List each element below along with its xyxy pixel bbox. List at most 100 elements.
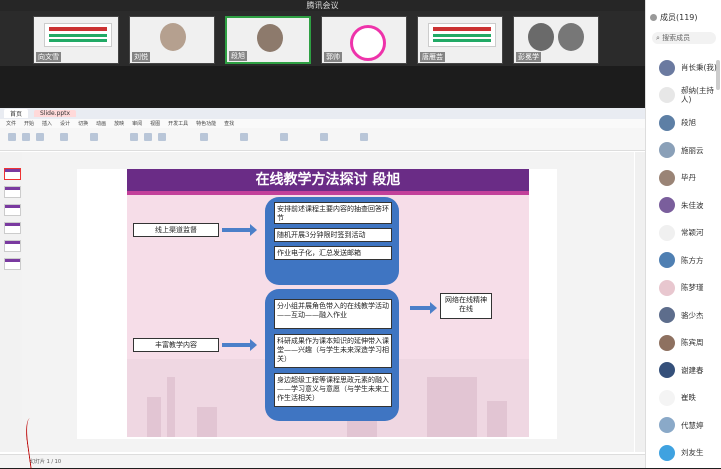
member-name: 谢建春: [681, 365, 704, 375]
find-icon[interactable]: [360, 133, 368, 141]
label-enrich-content: 丰富教学内容: [133, 338, 219, 352]
slide-thumbnail[interactable]: [4, 222, 21, 234]
avatar: [257, 24, 283, 52]
member-item[interactable]: 骆少杰: [646, 302, 721, 330]
member-list: 肖长秉(我) 郝纳(主持人) 段旭施丽云毕丹朱佳波常颖河陈方方陈梦瑾 骆少杰 陈宾周谢建…: [646, 54, 721, 467]
menu-item[interactable]: 查找: [224, 120, 234, 127]
bold-icon[interactable]: [130, 133, 138, 141]
member-list-panel: 成员(119) ⌕ 搜索成员 肖长秉(我) 郝纳(主持人) 段旭 施丽云 毕丹 朱佳波 常颖…: [645, 0, 721, 468]
arrange-icon[interactable]: [320, 133, 328, 141]
participant-name: 段旭: [229, 51, 247, 61]
school-logo: [350, 25, 386, 61]
slide-thumbnail[interactable]: [4, 186, 21, 198]
app-tab-bar: 首页 Slide.pptx: [0, 108, 645, 119]
video-tile[interactable]: 彭冕学: [513, 16, 599, 64]
menu-item[interactable]: 切换: [78, 120, 88, 127]
member-name: 肖长秉(我): [681, 63, 717, 73]
slide-thumbnail[interactable]: [4, 168, 21, 180]
member-item[interactable]: 段旭: [646, 109, 721, 137]
arrow-right: [222, 339, 257, 351]
video-tile[interactable]: 唐雁芸: [417, 16, 503, 64]
italic-icon[interactable]: [144, 133, 152, 141]
avatar: [558, 23, 584, 51]
member-name: 施丽云: [681, 145, 704, 155]
member-name: 郝纳(主持人): [681, 86, 714, 105]
video-tile[interactable]: 向文雪: [33, 16, 119, 64]
dark-background: [0, 66, 645, 106]
member-item[interactable]: 崔昳: [646, 384, 721, 412]
result-box: 网络在线精神在线: [440, 293, 492, 319]
shared-screen-preview: [44, 23, 112, 47]
label-online-supervision: 线上渠道监督: [133, 223, 219, 237]
shape-icon[interactable]: [280, 133, 288, 141]
window-title: 腾讯会议: [0, 0, 645, 11]
menu-item[interactable]: 审阅: [132, 120, 142, 127]
member-name: 毕丹: [681, 173, 696, 183]
video-tile[interactable]: 郭帅: [321, 16, 407, 64]
member-item[interactable]: 陈宾周: [646, 329, 721, 357]
tab-slide-file[interactable]: Slide.pptx: [34, 110, 77, 117]
participant-name: 郭帅: [324, 52, 342, 62]
status-bar: 幻灯片 1 / 10: [0, 454, 645, 468]
member-item[interactable]: 郝纳(主持人): [646, 82, 721, 110]
menu-item[interactable]: 放映: [114, 120, 124, 127]
arrow-right: [410, 302, 437, 314]
textbox-icon[interactable]: [240, 133, 248, 141]
menu-item[interactable]: 动画: [96, 120, 106, 127]
menu-item[interactable]: 开始: [24, 120, 34, 127]
member-item[interactable]: 肖长秉(我): [646, 54, 721, 82]
layout-icon[interactable]: [90, 133, 98, 141]
slide-thumbnail[interactable]: [4, 258, 21, 270]
avatar: [659, 224, 675, 241]
member-item[interactable]: 代慧婷: [646, 412, 721, 440]
menu-item[interactable]: 插入: [42, 120, 52, 127]
arrow-right: [222, 224, 257, 236]
menu-item[interactable]: 文件: [6, 120, 16, 127]
member-item[interactable]: 陈方方: [646, 247, 721, 275]
member-name: 刘友生: [681, 448, 704, 458]
slide-thumbnail-panel: [0, 152, 23, 452]
slide-thumbnail[interactable]: [4, 204, 21, 216]
member-search-input[interactable]: ⌕ 搜索成员: [652, 32, 716, 44]
menu-item[interactable]: 设计: [60, 120, 70, 127]
member-item[interactable]: 刘友生: [646, 439, 721, 467]
member-item[interactable]: 毕丹: [646, 164, 721, 192]
avatar: [659, 307, 675, 324]
underline-icon[interactable]: [158, 133, 166, 141]
member-item[interactable]: 陈梦瑾: [646, 274, 721, 302]
member-name: 朱佳波: [681, 200, 704, 210]
slide[interactable]: 在线教学方法探讨 段旭 线上渠道监督 丰富教学内容 安排前述课程主要内容的抽查回…: [77, 169, 557, 439]
method-item: 作业电子化，汇总发送邮箱: [274, 246, 392, 260]
member-item[interactable]: 常颖河: [646, 219, 721, 247]
avatar: [659, 279, 675, 296]
avatar: [659, 444, 675, 461]
menu-item[interactable]: 特色功能: [196, 120, 216, 127]
member-item[interactable]: 朱佳波: [646, 192, 721, 220]
avatar: [659, 252, 675, 269]
presentation-app: 首页 Slide.pptx 文件 开始 插入 设计 切换 动画 放映 审阅 视图…: [0, 108, 645, 468]
member-item[interactable]: 谢建春: [646, 357, 721, 385]
slide-canvas: 在线教学方法探讨 段旭 线上渠道监督 丰富教学内容 安排前述课程主要内容的抽查回…: [22, 152, 634, 452]
video-tile-active-speaker[interactable]: 段旭: [225, 16, 311, 64]
title-underline: [127, 191, 529, 195]
paste-icon[interactable]: [8, 133, 16, 141]
vertical-scrollbar[interactable]: [635, 152, 645, 452]
menu-item[interactable]: 视图: [150, 120, 160, 127]
slide-thumbnail[interactable]: [4, 240, 21, 252]
video-tile[interactable]: 刘悦: [129, 16, 215, 64]
member-item[interactable]: 施丽云: [646, 137, 721, 165]
menu-bar: 文件 开始 插入 设计 切换 动画 放映 审阅 视图 开发工具 特色功能 查找: [0, 119, 645, 128]
participant-name: 唐雁芸: [420, 52, 445, 62]
member-name: 陈方方: [681, 255, 704, 265]
participant-name: 向文雪: [36, 52, 61, 62]
avatar: [659, 334, 675, 351]
member-name: 常颖河: [681, 228, 704, 238]
menu-item[interactable]: 开发工具: [168, 120, 188, 127]
align-icon[interactable]: [200, 133, 208, 141]
tab-home[interactable]: 首页: [4, 109, 29, 118]
avatar: [659, 59, 675, 76]
copy-icon[interactable]: [36, 133, 44, 141]
new-slide-icon[interactable]: [60, 133, 68, 141]
member-name: 代慧婷: [681, 420, 704, 430]
cut-icon[interactable]: [22, 133, 30, 141]
